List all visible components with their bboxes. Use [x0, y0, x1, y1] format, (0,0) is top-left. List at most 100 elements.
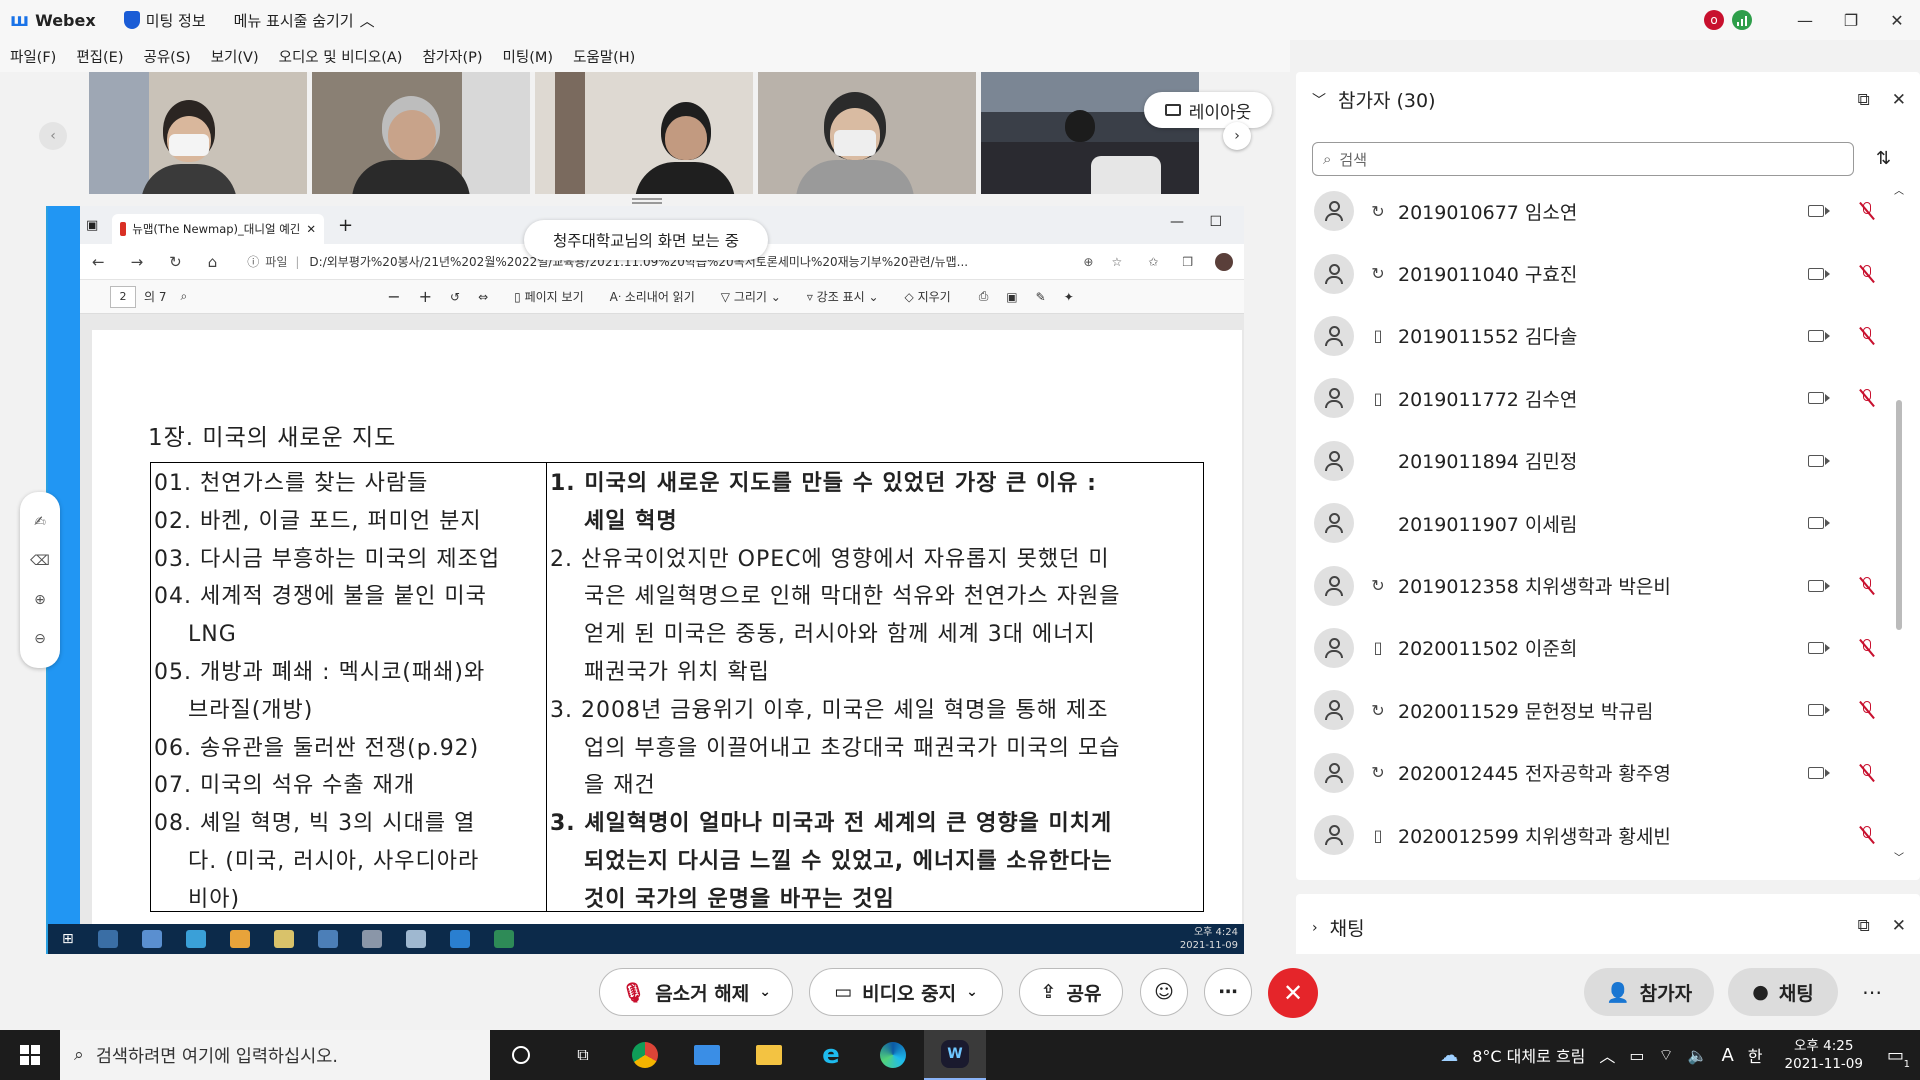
- mic-muted-icon[interactable]: [1859, 826, 1875, 845]
- camera-icon[interactable]: [1808, 267, 1830, 280]
- chrome-app[interactable]: [614, 1030, 676, 1080]
- participant-scrollbar[interactable]: ︿ ﹀: [1894, 186, 1904, 864]
- home-icon[interactable]: ⌂: [208, 253, 218, 271]
- stop-video-button[interactable]: ▭ 비디오 중지 ⌄: [809, 968, 1003, 1016]
- camera-icon[interactable]: [1808, 579, 1830, 592]
- camera-icon[interactable]: [1808, 766, 1830, 779]
- popout-icon[interactable]: ⧉: [1858, 916, 1870, 936]
- mic-muted-icon[interactable]: [1859, 701, 1875, 720]
- collections-icon[interactable]: ❒: [1182, 255, 1193, 269]
- mic-muted-icon[interactable]: [1859, 326, 1875, 346]
- mic-muted-icon[interactable]: [1859, 202, 1875, 221]
- meeting-info-button[interactable]: 미팅 정보: [123, 10, 206, 31]
- camera-icon[interactable]: [1808, 641, 1830, 654]
- weather-icon[interactable]: ☁: [1440, 1045, 1458, 1066]
- video-tile-4[interactable]: [758, 72, 976, 194]
- network-signal-icon[interactable]: [1732, 10, 1752, 30]
- close-icon[interactable]: ✕: [1892, 90, 1906, 110]
- pin-icon[interactable]: ✦: [1064, 290, 1074, 304]
- tab-close-icon[interactable]: ✕: [306, 222, 316, 236]
- strip-prev-button[interactable]: ‹: [39, 122, 67, 150]
- mic-muted-icon[interactable]: [1859, 763, 1875, 782]
- more-options-button[interactable]: ⋯: [1204, 968, 1252, 1016]
- chat-header[interactable]: › 채팅: [1312, 914, 1365, 941]
- menu-file[interactable]: 파일(F): [10, 46, 56, 67]
- close-button[interactable]: ✕: [1874, 0, 1920, 40]
- menu-view[interactable]: 보기(V): [211, 46, 259, 67]
- zoom-in-icon[interactable]: +: [419, 287, 432, 306]
- camera-icon[interactable]: [1808, 517, 1830, 530]
- participant-row[interactable]: ▯ 2020011502 이준희: [1312, 617, 1882, 679]
- battery-icon[interactable]: ▭: [1629, 1046, 1644, 1065]
- zoom-icon[interactable]: ⊕: [1083, 255, 1093, 269]
- tray-chevron-icon[interactable]: ︿: [1599, 1043, 1615, 1067]
- scroll-down-icon[interactable]: ﹀: [1894, 849, 1904, 864]
- menu-audio-video[interactable]: 오디오 및 비디오(A): [279, 46, 403, 67]
- mic-muted-icon[interactable]: [1859, 638, 1875, 657]
- participants-button[interactable]: 👤 참가자: [1584, 968, 1714, 1016]
- edge-app[interactable]: [862, 1030, 924, 1080]
- zoom-out-icon[interactable]: −: [387, 287, 400, 306]
- browser-maximize-icon[interactable]: ☐: [1209, 214, 1222, 230]
- taskbar-clock[interactable]: 오후 4:25 2021-11-09: [1785, 1037, 1863, 1073]
- menu-share[interactable]: 공유(S): [144, 46, 191, 67]
- favorites-icon[interactable]: ✩: [1148, 255, 1158, 269]
- new-tab-icon[interactable]: +: [338, 215, 353, 236]
- annotate-pen-icon[interactable]: ✍: [34, 514, 46, 530]
- participant-row[interactable]: ↻ 2019010677 임소연: [1312, 180, 1882, 242]
- page-number-input[interactable]: 2: [110, 285, 136, 308]
- zoom-out-icon[interactable]: ⊖: [34, 631, 46, 647]
- participant-row[interactable]: 2019011907 이세림: [1312, 492, 1882, 554]
- browser-minimize-icon[interactable]: —: [1170, 214, 1184, 230]
- participant-row[interactable]: ▯ 2019011772 김수연: [1312, 367, 1882, 429]
- layout-button[interactable]: 레이아웃: [1144, 92, 1272, 128]
- camera-icon[interactable]: [1808, 454, 1830, 467]
- browser-tab[interactable]: 뉴맵(The Newmap)_대니얼 예긴 ✕: [112, 214, 324, 244]
- notification-icon[interactable]: ▭ 1: [1887, 1045, 1910, 1070]
- chat-button[interactable]: ● 채팅: [1728, 968, 1838, 1016]
- mic-muted-icon[interactable]: [1859, 389, 1875, 408]
- mic-muted-icon[interactable]: [1859, 264, 1875, 283]
- resize-handle[interactable]: [632, 198, 662, 204]
- video-tile-5[interactable]: [981, 72, 1199, 194]
- forward-icon[interactable]: →: [131, 253, 144, 271]
- cortana-button[interactable]: [490, 1030, 552, 1080]
- shared-screen[interactable]: ▣ 뉴맵(The Newmap)_대니얼 예긴 ✕ + — ☐ 청주대학교님의 …: [46, 206, 1244, 954]
- participant-row[interactable]: 2019011894 김민정: [1312, 430, 1882, 492]
- ie-app[interactable]: e: [800, 1030, 862, 1080]
- unmute-button[interactable]: 🎙 음소거 해제 ⌄: [599, 968, 793, 1016]
- participant-row[interactable]: ▯ 2020012599 치위생학과 황세빈: [1312, 804, 1882, 866]
- panel-more-button[interactable]: ⋯: [1862, 980, 1882, 1004]
- restore-button[interactable]: ❐: [1828, 0, 1874, 40]
- minimize-button[interactable]: —: [1782, 0, 1828, 40]
- draw-button[interactable]: ▽ 그리기 ⌄: [721, 288, 781, 305]
- rotate-icon[interactable]: ↺: [450, 290, 460, 304]
- reactions-button[interactable]: ☺: [1140, 968, 1188, 1016]
- video-tile-2[interactable]: [312, 72, 530, 194]
- participant-row[interactable]: ↻ 2019011040 구효진: [1312, 242, 1882, 304]
- file-explorer-app[interactable]: [738, 1030, 800, 1080]
- taskbar-search-input[interactable]: ⌕ 검색하려면 여기에 입력하십시오.: [60, 1030, 490, 1080]
- camera-icon[interactable]: [1808, 205, 1830, 218]
- zoom-in-icon[interactable]: ⊕: [34, 592, 46, 608]
- leave-meeting-button[interactable]: ✕: [1268, 968, 1318, 1018]
- ime-indicator[interactable]: A: [1721, 1045, 1733, 1066]
- save-as-icon[interactable]: ✎: [1036, 290, 1046, 304]
- chevron-down-icon[interactable]: ⌄: [966, 984, 978, 1000]
- menu-meeting[interactable]: 미팅(M): [503, 46, 554, 67]
- erase-button[interactable]: ◇ 지우기: [905, 288, 951, 305]
- menu-help[interactable]: 도움말(H): [573, 46, 635, 67]
- video-tile-1[interactable]: [89, 72, 307, 194]
- sort-icon[interactable]: ⇅: [1876, 148, 1891, 169]
- chevron-down-icon[interactable]: ⌄: [759, 984, 771, 1000]
- camera-icon[interactable]: [1808, 392, 1830, 405]
- video-tile-3[interactable]: [535, 72, 753, 194]
- close-icon[interactable]: ✕: [1892, 916, 1906, 936]
- hide-menu-button[interactable]: 메뉴 표시줄 숨기기 ︿: [234, 10, 375, 31]
- volume-icon[interactable]: 🔈: [1688, 1046, 1708, 1065]
- fit-icon[interactable]: ⇔: [478, 290, 488, 304]
- participant-row[interactable]: ↻ 2019012358 치위생학과 박은비: [1312, 554, 1882, 616]
- participant-search-input[interactable]: ⌕ 검색: [1312, 142, 1854, 176]
- tab-actions-icon[interactable]: ▣: [86, 218, 98, 233]
- print-icon[interactable]: ⎙: [979, 289, 989, 304]
